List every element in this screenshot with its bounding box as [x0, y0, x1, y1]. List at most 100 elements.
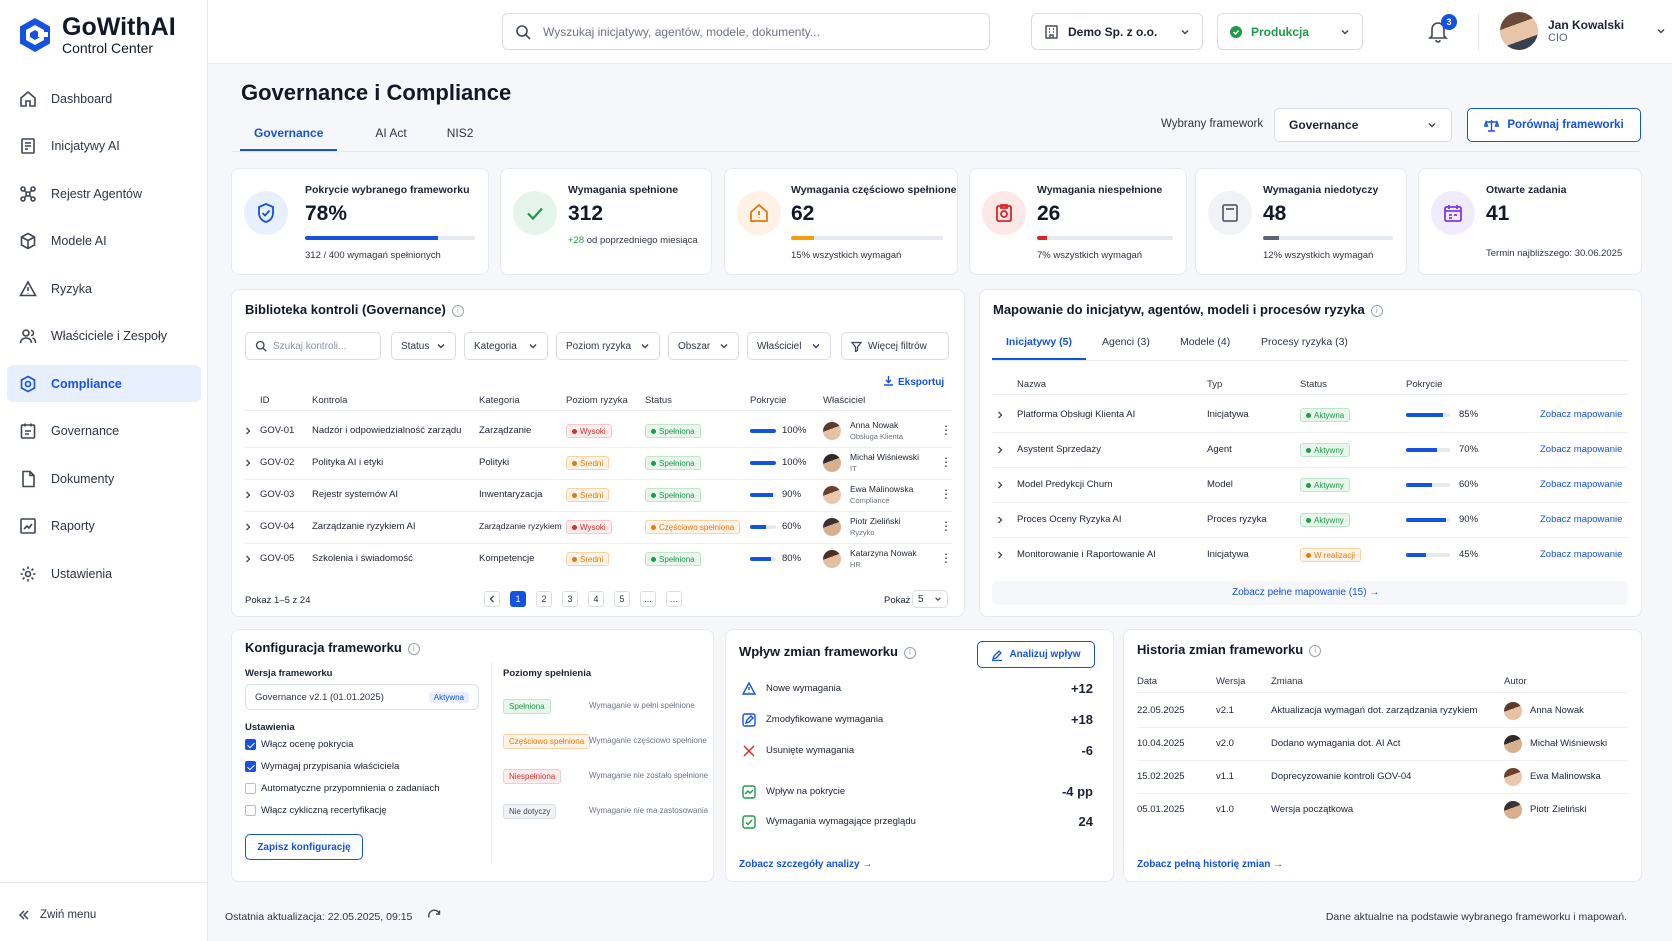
row-menu-icon[interactable]: ⋮ [940, 423, 952, 437]
view-mapping-link[interactable]: Zobacz mapowanie [1540, 549, 1622, 560]
sidebar-item-owners[interactable]: Właściciele i Zespoły [7, 318, 201, 355]
more-filters-button[interactable]: Więcej filtrów [841, 332, 949, 360]
framework-select[interactable]: Governance [1274, 108, 1452, 142]
chevron-right-icon[interactable] [244, 459, 252, 467]
page-button[interactable]: 3 [562, 591, 578, 607]
sidebar-item-risks[interactable]: Ryzyka [7, 270, 201, 307]
chevron-right-icon[interactable] [996, 411, 1004, 419]
sidebar-item-governance[interactable]: Governance [7, 413, 201, 450]
kpi-title: Wymagania spełnione [568, 184, 679, 196]
setting-checkbox[interactable] [245, 761, 256, 772]
prev-page-button[interactable] [484, 591, 500, 607]
view-mapping-link[interactable]: Zobacz mapowanie [1540, 514, 1622, 525]
setting-checkbox[interactable] [245, 783, 256, 794]
mapping-type: Inicjatywa [1207, 549, 1249, 560]
user-menu[interactable]: Jan Kowalski CIO [1500, 12, 1666, 50]
global-search[interactable] [502, 13, 990, 50]
sidebar-item-agents[interactable]: Rejestr Agentów [7, 175, 201, 212]
tab-mapping-initiatives[interactable]: Inicjatywy (5) [992, 326, 1086, 360]
filter-category[interactable]: Kategoria [464, 332, 548, 360]
view-mapping-link[interactable]: Zobacz mapowanie [1540, 409, 1622, 420]
page-button[interactable]: … [666, 591, 682, 607]
control-category: Inwentaryzacja [479, 489, 543, 500]
notifications-button[interactable]: 3 [1427, 14, 1457, 45]
column-header[interactable]: Data [1137, 676, 1157, 687]
sidebar-item-documents[interactable]: Dokumenty [7, 460, 201, 497]
setting-checkbox[interactable] [245, 739, 256, 750]
column-header[interactable]: Poziom ryzyka [566, 395, 628, 406]
info-icon[interactable]: i [903, 646, 916, 659]
column-header[interactable]: Pokrycie [750, 395, 786, 406]
page-button[interactable]: 4 [588, 591, 604, 607]
chevron-right-icon[interactable] [996, 551, 1004, 559]
column-header[interactable]: Autor [1504, 676, 1527, 687]
sidebar-item-compliance[interactable]: Compliance [7, 365, 201, 402]
sidebar-item-models[interactable]: Modele AI [7, 223, 201, 260]
control-search[interactable]: Szukaj kontroli... [245, 332, 381, 360]
chevron-right-icon[interactable] [244, 491, 252, 499]
chevron-right-icon[interactable] [244, 555, 252, 563]
save-config-button[interactable]: Zapisz konfigurację [245, 834, 363, 860]
column-header[interactable]: Zmiana [1271, 676, 1303, 687]
chevron-right-icon[interactable] [996, 481, 1004, 489]
filter-area[interactable]: Obszar [668, 332, 739, 360]
column-header[interactable]: Kontrola [312, 395, 347, 406]
info-icon[interactable]: i [451, 304, 464, 317]
refresh-icon[interactable] [427, 909, 442, 924]
column-header[interactable]: Kategoria [479, 395, 520, 406]
tab-nis2[interactable]: NIS2 [433, 116, 488, 151]
column-header[interactable]: ID [260, 395, 270, 406]
setting-checkbox[interactable] [245, 805, 256, 816]
tab-governance[interactable]: Governance [240, 116, 338, 151]
info-icon[interactable]: i [1309, 644, 1322, 657]
app-logo[interactable]: GoWithAI Control Center [18, 14, 176, 56]
info-icon[interactable]: i [407, 642, 420, 655]
row-menu-icon[interactable]: ⋮ [940, 551, 952, 565]
org-selector[interactable]: Demo Sp. z o.o. [1031, 13, 1203, 50]
sidebar-item-dashboard[interactable]: Dashboard [7, 80, 201, 117]
sidebar-item-settings[interactable]: Ustawienia [7, 555, 201, 592]
sidebar-item-initiatives[interactable]: Inicjatywy AI [7, 128, 201, 165]
collapse-menu-button[interactable]: Zwiń menu [18, 909, 96, 921]
version-select[interactable]: Governance v2.1 (01.01.2025) Aktywna [245, 684, 479, 710]
chevron-right-icon[interactable] [996, 446, 1004, 454]
page-button[interactable]: 1 [510, 591, 526, 607]
column-header[interactable]: Typ [1207, 379, 1222, 390]
analyze-impact-button[interactable]: Analizuj wpływ [977, 641, 1095, 668]
column-header[interactable]: Status [1300, 379, 1327, 390]
tab-mapping-models[interactable]: Modele (4) [1166, 326, 1244, 360]
environment-selector[interactable]: Produkcja [1217, 13, 1363, 50]
chevron-right-icon[interactable] [996, 516, 1004, 524]
tab-mapping-risk-processes[interactable]: Procesy ryzyka (3) [1247, 326, 1362, 360]
compare-frameworks-button[interactable]: Porównaj frameworki [1467, 108, 1641, 142]
info-icon[interactable]: i [1370, 304, 1383, 317]
chevron-right-icon[interactable] [244, 427, 252, 435]
column-header[interactable]: Status [645, 395, 672, 406]
chevron-right-icon[interactable] [244, 523, 252, 531]
row-menu-icon[interactable]: ⋮ [940, 519, 952, 533]
page-size-select[interactable]: 5 [912, 590, 948, 608]
filter-status[interactable]: Status [391, 332, 456, 360]
column-header[interactable]: Właściciel [823, 395, 865, 406]
view-mapping-link[interactable]: Zobacz mapowanie [1540, 479, 1622, 490]
tab-ai-act[interactable]: AI Act [361, 116, 420, 151]
page-button[interactable]: 2 [536, 591, 552, 607]
tab-mapping-agents[interactable]: Agenci (3) [1088, 326, 1164, 360]
view-mapping-link[interactable]: Zobacz mapowanie [1540, 444, 1622, 455]
row-menu-icon[interactable]: ⋮ [940, 455, 952, 469]
filter-risk-level[interactable]: Poziom ryzyka [556, 332, 660, 360]
export-button[interactable]: Eksportuj [883, 375, 944, 388]
full-history-link[interactable]: Zobacz pełną historię zmian → [1137, 859, 1283, 870]
filter-owner[interactable]: Właściciel [747, 332, 831, 360]
analysis-details-link[interactable]: Zobacz szczegóły analizy → [739, 859, 872, 870]
column-header[interactable]: Nazwa [1017, 379, 1046, 390]
page-button[interactable]: 5 [614, 591, 630, 607]
status-badge: Średni [566, 488, 610, 502]
full-mapping-link[interactable]: Zobacz pełne mapowanie (15) → [1232, 587, 1379, 598]
page-button[interactable]: ... [640, 591, 656, 607]
column-header[interactable]: Wersja [1216, 676, 1245, 687]
sidebar-item-reports[interactable]: Raporty [7, 508, 201, 545]
row-menu-icon[interactable]: ⋮ [940, 487, 952, 501]
search-input[interactable] [543, 24, 963, 39]
column-header[interactable]: Pokrycie [1406, 379, 1442, 390]
